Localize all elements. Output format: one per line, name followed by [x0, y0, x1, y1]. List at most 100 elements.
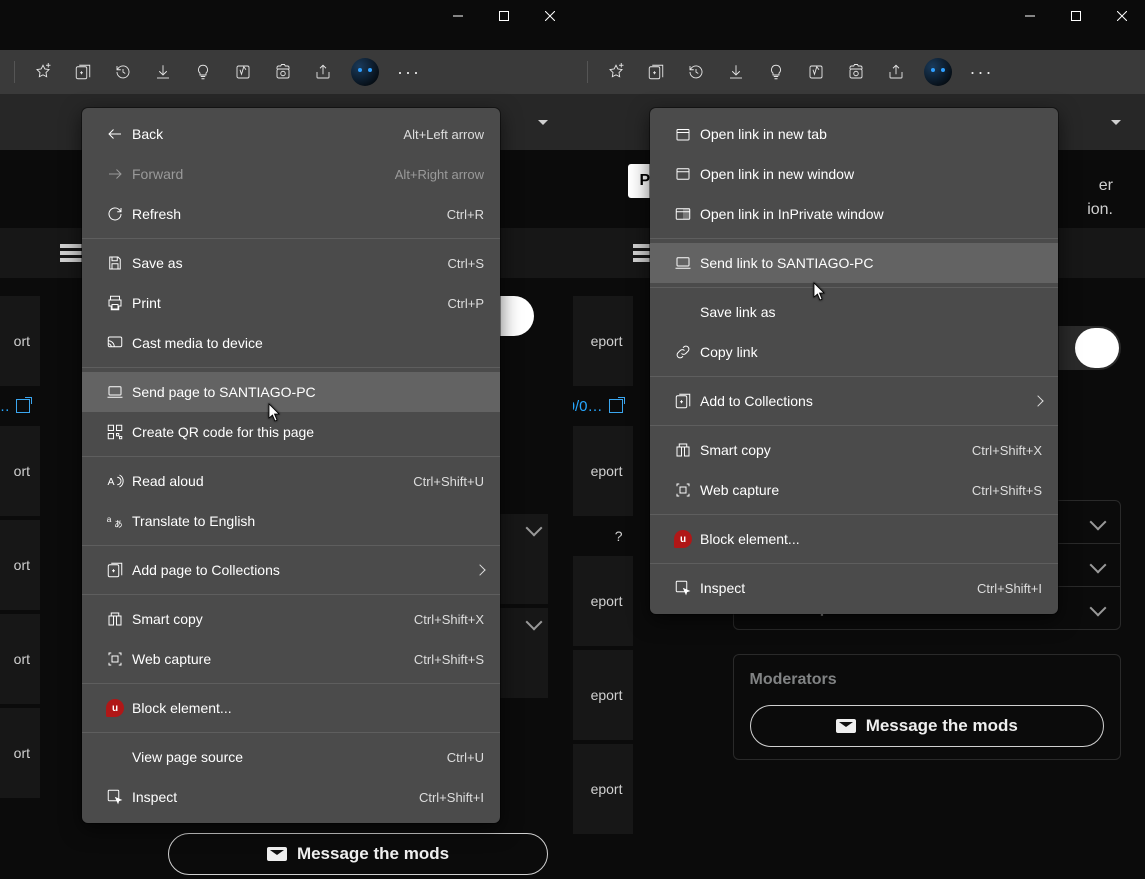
history-icon[interactable]	[105, 54, 141, 90]
history-icon[interactable]	[678, 54, 714, 90]
feed-item[interactable]: eport	[573, 650, 633, 744]
feed-item[interactable]: ort	[0, 426, 40, 520]
menu-item-save-as[interactable]: Save asCtrl+S	[82, 243, 500, 283]
outgoing-link[interactable]: 20/0…	[0, 398, 30, 415]
profile-avatar[interactable]	[351, 58, 379, 86]
favorites-icon[interactable]	[25, 54, 61, 90]
message-mods-button[interactable]: Message the mods	[168, 833, 548, 875]
menu-item-cast-media-to-device[interactable]: Cast media to device	[82, 323, 500, 363]
translate-icon: aあ	[98, 512, 132, 530]
menu-item-smart-copy[interactable]: Smart copyCtrl+Shift+X	[82, 599, 500, 639]
menu-separator	[82, 367, 500, 368]
menu-item-label: Add page to Collections	[132, 562, 476, 578]
feed-item[interactable]: ort	[0, 708, 40, 802]
menu-item-copy-link[interactable]: Copy link	[650, 332, 1058, 372]
menu-item-web-capture[interactable]: Web captureCtrl+Shift+S	[82, 639, 500, 679]
close-button[interactable]	[1099, 0, 1145, 32]
menu-item-view-page-source[interactable]: View page sourceCtrl+U	[82, 737, 500, 777]
menu-item-shortcut: Ctrl+Shift+I	[961, 581, 1042, 596]
favorites-icon[interactable]	[598, 54, 634, 90]
collapse-chevron-icon[interactable]	[526, 614, 543, 631]
collections-icon[interactable]	[65, 54, 101, 90]
message-mods-button[interactable]: Message the mods	[750, 705, 1105, 747]
feed-item[interactable]: ort	[0, 520, 40, 614]
menu-item-translate-to-english[interactable]: aあTranslate to English	[82, 501, 500, 541]
menu-item-shortcut: Alt+Right arrow	[379, 167, 484, 182]
maximize-button[interactable]	[481, 0, 527, 32]
menu-item-save-link-as[interactable]: Save link as	[650, 292, 1058, 332]
menu-item-open-link-in-new-tab[interactable]: Open link in new tab	[650, 114, 1058, 154]
feed-item[interactable]: eport	[573, 426, 633, 520]
menu-item-web-capture[interactable]: Web captureCtrl+Shift+S	[650, 470, 1058, 510]
cast-icon	[98, 334, 132, 352]
menu-item-print[interactable]: PrintCtrl+P	[82, 283, 500, 323]
link-text: 20/0…	[0, 398, 10, 415]
context-menu-link: Open link in new tabOpen link in new win…	[650, 108, 1058, 614]
math-solver-icon[interactable]	[225, 54, 261, 90]
downloads-icon[interactable]	[718, 54, 754, 90]
menu-item-block-element[interactable]: uBlock element...	[650, 519, 1058, 559]
inprivate-icon	[666, 205, 700, 223]
menu-item-label: Translate to English	[132, 513, 484, 529]
context-menu-page: BackAlt+Left arrowForwardAlt+Right arrow…	[82, 108, 500, 823]
menu-icon[interactable]	[60, 244, 84, 262]
report-label: eport	[591, 333, 623, 349]
maximize-button[interactable]	[1053, 0, 1099, 32]
menu-item-open-link-in-new-window[interactable]: Open link in new window	[650, 154, 1058, 194]
outgoing-link[interactable]: 20/0…	[573, 398, 623, 415]
menu-item-create-qr-code-for-this-page[interactable]: Create QR code for this page	[82, 412, 500, 452]
feed-item[interactable]: ?	[573, 520, 633, 556]
minimize-button[interactable]	[435, 0, 481, 32]
menu-item-send-page-to-santiago-pc[interactable]: Send page to SANTIAGO-PC	[82, 372, 500, 412]
feed-item[interactable]: 20/0…	[0, 390, 40, 426]
collections-icon[interactable]	[638, 54, 674, 90]
feed-item[interactable]: ort	[0, 296, 40, 390]
feed-item[interactable]: 20/0…	[573, 390, 633, 426]
share-icon[interactable]	[305, 54, 341, 90]
math-solver-icon[interactable]	[798, 54, 834, 90]
menu-item-open-link-in-inprivate-window[interactable]: Open link in InPrivate window	[650, 194, 1058, 234]
screenshot-icon[interactable]	[838, 54, 874, 90]
menu-item-block-element[interactable]: uBlock element...	[82, 688, 500, 728]
feed-item[interactable]: eport	[573, 744, 633, 838]
close-button[interactable]	[527, 0, 573, 32]
menu-item-refresh[interactable]: RefreshCtrl+R	[82, 194, 500, 234]
menu-item-label: Inspect	[700, 580, 961, 596]
menu-item-add-to-collections[interactable]: Add to Collections	[650, 381, 1058, 421]
dropdown-caret-icon[interactable]	[1111, 120, 1121, 125]
menu-separator	[650, 425, 1058, 426]
dropdown-caret-icon[interactable]	[538, 120, 548, 125]
menu-item-shortcut: Ctrl+Shift+X	[956, 443, 1042, 458]
print-icon	[98, 294, 132, 312]
feed-item[interactable]: ort	[0, 614, 40, 708]
profile-avatar[interactable]	[924, 58, 952, 86]
menu-item-back[interactable]: BackAlt+Left arrow	[82, 114, 500, 154]
menu-separator	[82, 732, 500, 733]
menu-item-smart-copy[interactable]: Smart copyCtrl+Shift+X	[650, 430, 1058, 470]
menu-item-send-link-to-santiago-pc[interactable]: Send link to SANTIAGO-PC	[650, 243, 1058, 283]
webcapture-icon	[98, 650, 132, 668]
minimize-button[interactable]	[1007, 0, 1053, 32]
share-icon[interactable]	[878, 54, 914, 90]
menu-item-shortcut: Ctrl+Shift+U	[397, 474, 484, 489]
report-label: ort	[14, 651, 30, 667]
feed-item[interactable]: eport	[573, 556, 633, 650]
browser-toolbar: ···	[0, 50, 573, 94]
menu-item-label: Create QR code for this page	[132, 424, 484, 440]
toolbar-more-button[interactable]: ···	[389, 62, 429, 83]
inspect-icon	[98, 788, 132, 806]
mail-icon	[267, 847, 287, 861]
downloads-icon[interactable]	[145, 54, 181, 90]
ideas-icon[interactable]	[185, 54, 221, 90]
screenshot-icon[interactable]	[265, 54, 301, 90]
ideas-icon[interactable]	[758, 54, 794, 90]
arrow-right-icon	[98, 165, 132, 183]
menu-item-label: Block element...	[700, 531, 1042, 547]
menu-item-add-page-to-collections[interactable]: Add page to Collections	[82, 550, 500, 590]
menu-item-inspect[interactable]: InspectCtrl+Shift+I	[650, 568, 1058, 608]
menu-item-inspect[interactable]: InspectCtrl+Shift+I	[82, 777, 500, 817]
toolbar-more-button[interactable]: ···	[962, 62, 1002, 83]
menu-item-read-aloud[interactable]: ARead aloudCtrl+Shift+U	[82, 461, 500, 501]
feed-item[interactable]: eport	[573, 296, 633, 390]
collapse-chevron-icon[interactable]	[526, 520, 543, 537]
